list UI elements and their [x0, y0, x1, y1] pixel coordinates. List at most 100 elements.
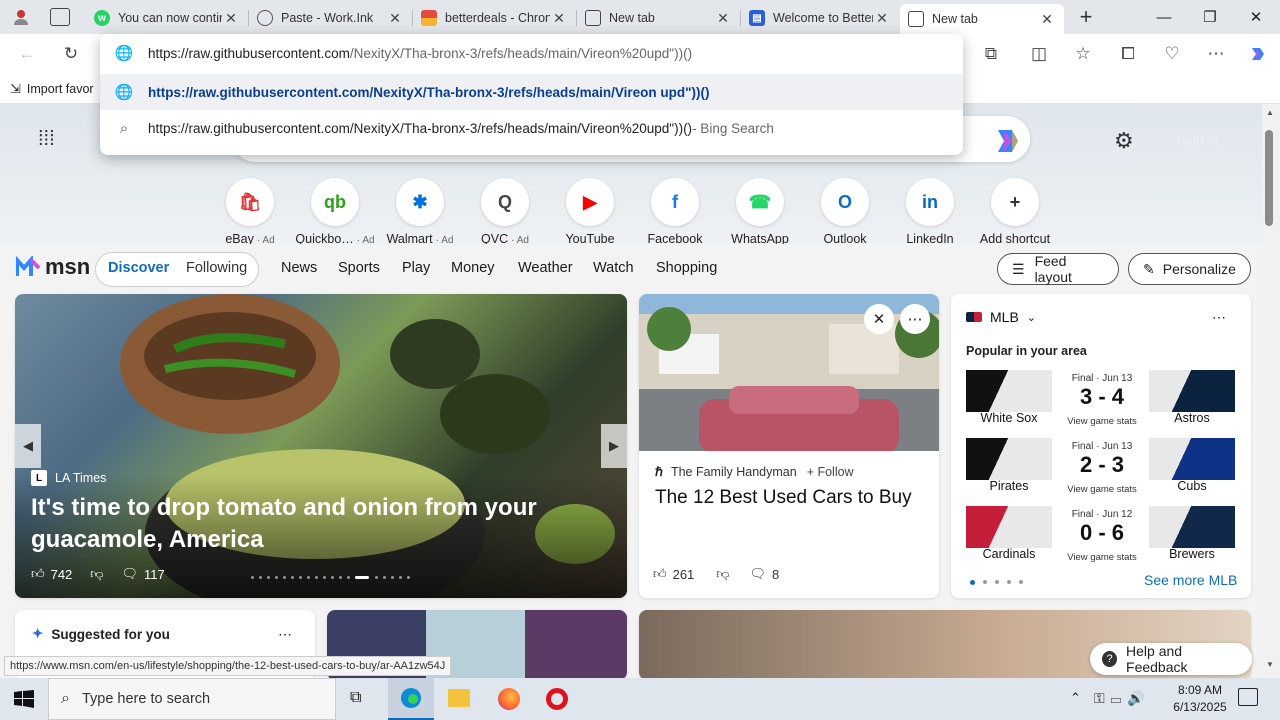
import-favorites-button[interactable]: ⇲ Import favor	[10, 81, 94, 97]
suggestion-url[interactable]: 🌐 https://raw.githubusercontent.com/Nexi…	[100, 74, 963, 110]
tab-3[interactable]: New tab ✕	[577, 4, 740, 32]
carousel-dot[interactable]	[259, 576, 262, 579]
tab-2[interactable]: betterdeals - Chron ✕	[413, 4, 576, 32]
pager-dot[interactable]	[1007, 580, 1011, 584]
tab-4[interactable]: ▤ Welcome to Better ✕	[741, 4, 899, 32]
shortcut-tile[interactable]: Q QVC · Ad	[462, 178, 548, 246]
tray-icons[interactable]: ⚿▭🔊	[1094, 690, 1151, 707]
comment-icon[interactable]: 🗨	[122, 566, 139, 582]
carousel-dot[interactable]	[407, 576, 410, 579]
clock-time[interactable]: 8:09 AM	[1172, 683, 1228, 697]
carousel-dot[interactable]	[391, 576, 394, 579]
extensions-icon[interactable]: ⧉	[976, 40, 1006, 68]
copilot-icon[interactable]	[992, 126, 1024, 156]
more-options-icon[interactable]: ⋯	[900, 304, 930, 334]
pager-dot[interactable]	[970, 580, 975, 585]
article-source-name[interactable]: The Family Handyman	[671, 465, 797, 479]
tab-actions-icon[interactable]	[50, 8, 70, 26]
notification-icon[interactable]	[1238, 688, 1258, 706]
game-stats-link[interactable]: View game stats	[1062, 484, 1142, 495]
scroll-up-icon[interactable]: ▲	[1266, 108, 1274, 117]
follow-button[interactable]: + Follow	[807, 465, 854, 479]
carousel-dot[interactable]	[315, 576, 318, 579]
nav-weather[interactable]: Weather	[518, 260, 573, 276]
game-stats-link[interactable]: View game stats	[1062, 416, 1142, 427]
firefox-icon[interactable]	[498, 688, 520, 710]
carousel-dot[interactable]	[291, 576, 294, 579]
league-selector[interactable]: MLB ⌄	[966, 309, 1036, 325]
opera-icon[interactable]	[546, 688, 568, 710]
show-hidden-icons[interactable]: ⌃	[1070, 690, 1081, 706]
windows-start-icon[interactable]	[14, 690, 34, 708]
carousel-dot[interactable]	[347, 576, 350, 579]
carousel-dot[interactable]	[383, 576, 386, 579]
game-row[interactable]: Pirates Cubs Final · Jun 13 2 - 3 View game …	[966, 438, 1235, 497]
browser-essentials-icon[interactable]: ♡	[1157, 40, 1187, 68]
carousel-next-button[interactable]: ▶	[601, 424, 627, 468]
dislike-icon[interactable]: 👎︎	[90, 566, 103, 582]
close-icon[interactable]: ✕	[222, 10, 240, 27]
clock-date[interactable]: 6/13/2025	[1166, 700, 1234, 714]
close-icon[interactable]: ✕	[714, 10, 732, 27]
tab-1[interactable]: Paste - Work.Ink ✕	[249, 4, 412, 32]
like-icon[interactable]: 👍︎	[31, 566, 45, 582]
settings-gear-icon[interactable]: ⚙	[1114, 128, 1134, 154]
close-icon[interactable]: ✕	[873, 10, 891, 27]
comment-icon[interactable]: 🗨	[750, 566, 767, 582]
nav-sports[interactable]: Sports	[338, 260, 380, 276]
suggestion-search[interactable]: ⌕ https://raw.githubusercontent.com/Nexi…	[100, 110, 963, 146]
shortcut-tile[interactable]: qb Quickbo… · Ad	[292, 178, 378, 246]
close-icon[interactable]: ✕	[1038, 11, 1056, 28]
carousel-dot[interactable]	[355, 576, 369, 579]
sports-more-icon[interactable]: ⋯	[1212, 309, 1226, 326]
split-screen-icon[interactable]: ◫	[1024, 40, 1054, 68]
suggested-more-icon[interactable]: ⋯	[278, 626, 292, 643]
more-menu-icon[interactable]: ⋯	[1201, 40, 1231, 68]
file-explorer-icon[interactable]	[448, 689, 470, 707]
like-icon[interactable]: 👍︎	[653, 566, 667, 582]
dismiss-button[interactable]: ✕	[864, 304, 894, 334]
shortcut-tile[interactable]: ▶ YouTube	[547, 178, 633, 246]
nav-watch[interactable]: Watch	[593, 260, 634, 276]
refresh-icon[interactable]: ↻	[56, 40, 86, 68]
carousel-dot[interactable]	[275, 576, 278, 579]
carousel-dot[interactable]	[299, 576, 302, 579]
tab-5-active[interactable]: New tab ✕	[900, 4, 1064, 34]
minimize-icon[interactable]: —	[1141, 0, 1187, 34]
nav-money[interactable]: Money	[451, 260, 495, 276]
carousel-dot[interactable]	[331, 576, 334, 579]
carousel-dot[interactable]	[399, 576, 402, 579]
hero-card[interactable]: ◀ ▶ L LA Times It's time to drop tomato …	[15, 294, 627, 598]
shortcut-tile[interactable]: ✱ Walmart · Ad	[377, 178, 463, 246]
tab-following[interactable]: Following	[186, 260, 247, 276]
carousel-dot[interactable]	[283, 576, 286, 579]
feed-layout-button[interactable]: ☰ Feed layout	[997, 253, 1119, 285]
article-title[interactable]: The 12 Best Used Cars to Buy	[655, 486, 925, 510]
game-row[interactable]: Cardinals Brewers Final · Jun 12 0 - 6 View …	[966, 506, 1235, 565]
nav-play[interactable]: Play	[402, 260, 430, 276]
hero-source[interactable]: L LA Times	[31, 470, 106, 486]
game-row[interactable]: White Sox Astros Final · Jun 13 3 - 4 View g…	[966, 370, 1235, 429]
carousel-prev-button[interactable]: ◀	[15, 424, 41, 468]
pager-dot[interactable]	[1019, 580, 1023, 584]
profile-avatar-icon[interactable]	[8, 6, 34, 28]
close-icon[interactable]: ✕	[386, 10, 404, 27]
see-more-mlb-link[interactable]: See more MLB	[1144, 572, 1237, 588]
collections-icon[interactable]: ⧠	[1113, 40, 1143, 68]
restore-icon[interactable]: ❐	[1187, 0, 1233, 34]
article-card[interactable]: ✕ ⋯ ℏ The Family Handyman + Follow The 1…	[639, 294, 939, 598]
copilot-icon[interactable]	[1243, 40, 1273, 68]
help-feedback-button[interactable]: ? Help and Feedback	[1090, 643, 1252, 675]
new-tab-button[interactable]: +	[1072, 5, 1100, 29]
tab-discover[interactable]: Discover	[108, 260, 169, 276]
scrollbar-thumb[interactable]	[1265, 130, 1273, 226]
taskbar-search-box[interactable]: ⌕ Type here to search	[48, 678, 336, 720]
nav-shopping[interactable]: Shopping	[656, 260, 717, 276]
msn-logo[interactable]: msn	[16, 254, 90, 280]
carousel-dot[interactable]	[267, 576, 270, 579]
dislike-icon[interactable]: 👎︎	[716, 566, 729, 582]
personalize-button[interactable]: ✎ Personalize	[1128, 253, 1251, 285]
carousel-dot[interactable]	[339, 576, 342, 579]
carousel-dot[interactable]	[251, 576, 254, 579]
carousel-dot[interactable]	[375, 576, 378, 579]
